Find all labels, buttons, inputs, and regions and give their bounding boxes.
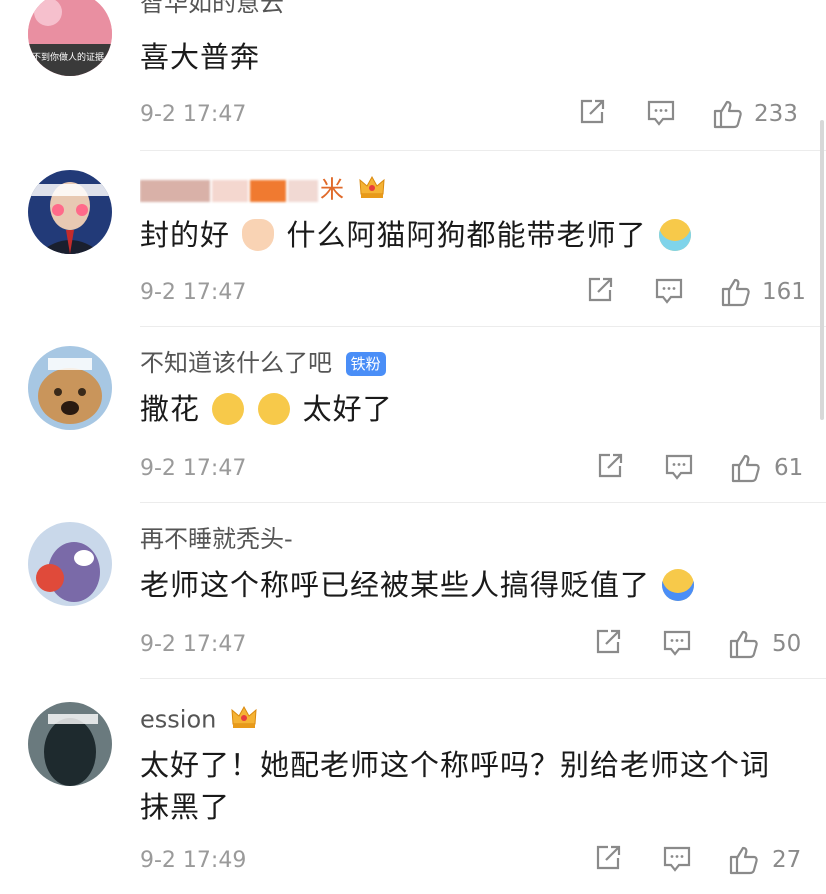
comment-meta: 9-2 17:47 161 bbox=[140, 276, 806, 310]
username[interactable]: 再不睡就秃头- bbox=[140, 524, 293, 554]
comment-meta: 9-2 17:47 61 bbox=[140, 452, 804, 486]
crying-laughing-emoji-icon bbox=[258, 393, 291, 425]
avatar-caption: 不到你做人的证据 bbox=[32, 53, 105, 63]
fan-badge[interactable]: 铁粉 bbox=[345, 352, 386, 376]
username[interactable]: 智华如的意云 bbox=[140, 0, 284, 18]
timestamp: 9-2 17:49 bbox=[140, 848, 247, 873]
comment-text-part: 老师这个称呼已经被某些人搞得贬值了 bbox=[140, 568, 651, 602]
comment-text-part: 撒花 bbox=[140, 392, 201, 426]
like-count: 161 bbox=[762, 279, 806, 305]
comment-text-part: 什么阿猫阿狗都能带老师了 bbox=[286, 218, 647, 252]
comment-text: 太好了！她配老师这个称呼吗？别给老师这个词 抹黑了 bbox=[140, 744, 786, 828]
comment-meta: 9-2 17:49 27 bbox=[140, 844, 802, 878]
thumbs-up-icon[interactable] bbox=[720, 276, 752, 307]
thumbs-up-icon[interactable] bbox=[730, 452, 762, 483]
username-text: 智华如的意云 bbox=[140, 0, 284, 17]
avatar[interactable] bbox=[28, 522, 112, 606]
comment-text: 撒花 太好了 bbox=[140, 388, 786, 430]
share-icon[interactable] bbox=[594, 844, 622, 874]
share-icon[interactable] bbox=[586, 276, 614, 306]
crying-laughing-emoji-icon bbox=[212, 393, 245, 425]
like-count: 233 bbox=[754, 101, 798, 127]
thumbs-up-icon[interactable] bbox=[728, 844, 760, 875]
redacted-block bbox=[250, 179, 286, 202]
username[interactable]: ession bbox=[140, 704, 258, 734]
username[interactable]: 米 bbox=[140, 174, 386, 204]
divider bbox=[140, 150, 826, 151]
scrollbar[interactable] bbox=[820, 120, 824, 420]
share-icon[interactable] bbox=[594, 628, 622, 658]
divider bbox=[140, 502, 826, 503]
divider bbox=[140, 678, 826, 679]
comment-meta: 9-2 17:47 233 bbox=[140, 98, 800, 132]
comment-text: 老师这个称呼已经被某些人搞得贬值了 bbox=[140, 564, 786, 606]
shrug-emoji-icon bbox=[662, 569, 695, 601]
timestamp: 9-2 17:47 bbox=[140, 456, 247, 481]
vomit-emoji-icon bbox=[658, 219, 691, 251]
username[interactable]: 不知道该什么了吧 铁粉 bbox=[140, 348, 386, 378]
redacted-block bbox=[212, 179, 248, 202]
redacted-block bbox=[140, 179, 210, 202]
avatar[interactable] bbox=[28, 346, 112, 430]
username-text: 米 bbox=[320, 175, 344, 204]
comment-icon[interactable] bbox=[662, 844, 692, 874]
avatar[interactable] bbox=[28, 702, 112, 786]
username-text: 不知道该什么了吧 bbox=[140, 349, 332, 377]
avatar[interactable]: 不到你做人的证据 bbox=[28, 0, 112, 76]
thumbs-up-icon[interactable] bbox=[728, 628, 760, 659]
comment-meta: 9-2 17:47 50 bbox=[140, 628, 802, 662]
comment-text-line: 太好了！她配老师这个称呼吗？别给老师这个词 bbox=[140, 748, 771, 782]
username-text: 再不睡就秃头- bbox=[140, 525, 293, 553]
timestamp: 9-2 17:47 bbox=[140, 632, 247, 657]
like-count: 61 bbox=[774, 455, 804, 481]
comment-icon[interactable] bbox=[646, 98, 676, 128]
timestamp: 9-2 17:47 bbox=[140, 280, 247, 305]
crown-badge-icon[interactable] bbox=[358, 174, 386, 204]
comment-text: 喜大普奔 bbox=[140, 40, 261, 74]
comment-text: 封的好 什么阿猫阿狗都能带老师了 bbox=[140, 214, 786, 256]
avatar[interactable] bbox=[28, 170, 112, 254]
comment-text-part: 封的好 bbox=[140, 218, 231, 252]
comment-icon[interactable] bbox=[662, 628, 692, 658]
crown-badge-icon[interactable] bbox=[230, 704, 258, 734]
share-icon[interactable] bbox=[578, 98, 606, 128]
comment-text-line: 抹黑了 bbox=[140, 790, 231, 824]
username-text: ession bbox=[140, 705, 217, 734]
timestamp: 9-2 17:47 bbox=[140, 102, 247, 127]
ok-hand-emoji-icon bbox=[242, 219, 275, 251]
comment-icon[interactable] bbox=[654, 276, 684, 306]
comment-text-part: 太好了 bbox=[302, 392, 393, 426]
divider bbox=[140, 326, 826, 327]
thumbs-up-icon[interactable] bbox=[712, 98, 744, 129]
comment-icon[interactable] bbox=[664, 452, 694, 482]
share-icon[interactable] bbox=[596, 452, 624, 482]
like-count: 50 bbox=[772, 631, 802, 657]
redacted-block bbox=[288, 179, 318, 202]
like-count: 27 bbox=[772, 847, 802, 873]
